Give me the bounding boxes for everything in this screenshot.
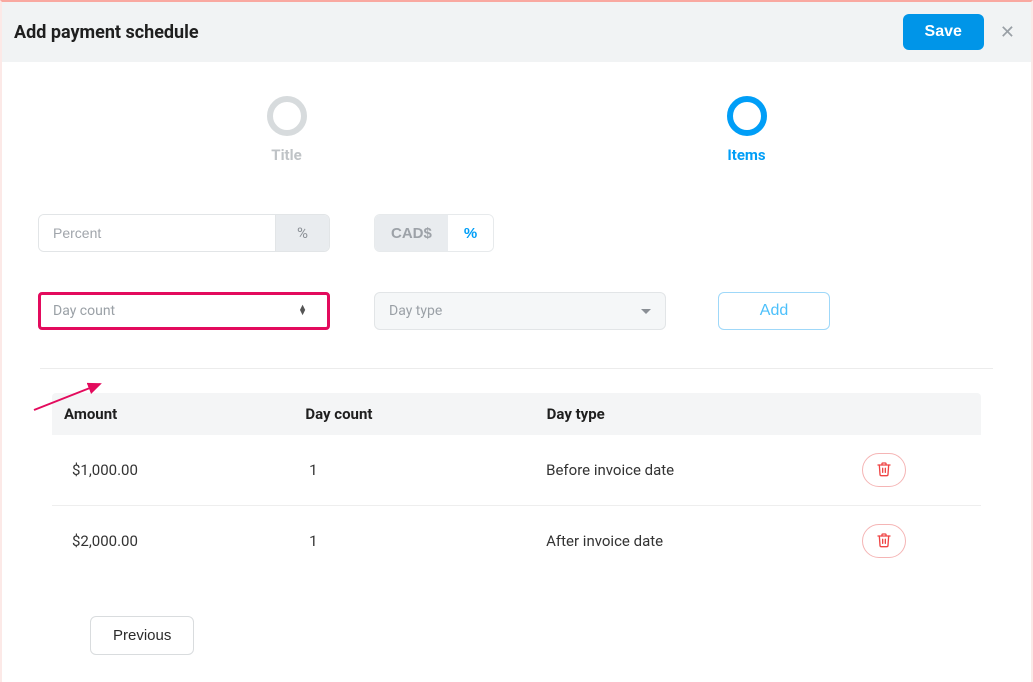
step-title-label: Title [271,146,301,164]
delete-row-button[interactable] [862,524,906,558]
stepper-arrows-icon: ▲▼ [298,306,307,316]
th-actions [868,405,969,423]
trash-icon [876,461,892,480]
table-header: Amount Day count Day type [52,393,981,435]
th-day-count: Day count [305,405,546,423]
table-row: $2,000.00 1 After invoice date [52,506,981,576]
modal-footer: Previous [30,576,1003,655]
step-items-label: Items [727,146,765,164]
step-circle-icon [267,96,307,136]
cell-day-count: 1 [309,532,546,550]
stepper: Title Items [30,96,1003,164]
step-items[interactable]: Items [727,96,767,164]
add-button[interactable]: Add [718,292,830,330]
delete-row-button[interactable] [862,453,906,487]
controls-row-1: % CAD$ % [30,214,1003,252]
th-day-type: Day type [547,405,869,423]
cell-day-count: 1 [309,461,546,479]
cell-amount: $1,000.00 [72,461,309,479]
close-button[interactable]: ✕ [998,21,1017,43]
th-amount: Amount [64,405,305,423]
percent-addon: % [275,215,329,251]
cell-day-type: After invoice date [546,532,862,550]
day-type-select[interactable]: Day type [374,292,666,330]
toggle-currency-button[interactable]: CAD$ [375,215,448,251]
day-count-stepper[interactable]: Day count ▲▼ [38,292,330,330]
amount-type-toggle: CAD$ % [374,214,494,252]
modal-header: Add payment schedule Save ✕ [2,2,1031,62]
day-type-placeholder: Day type [389,303,442,319]
controls-row-2: Day count ▲▼ Day type Add [30,292,1003,330]
percent-input[interactable] [39,215,275,251]
modal-title: Add payment schedule [14,22,199,43]
modal-body: Title Items % CAD$ % Day count ▲▼ [2,62,1031,682]
cell-day-type: Before invoice date [546,461,862,479]
schedule-table: Amount Day count Day type $1,000.00 1 Be… [52,393,981,576]
payment-schedule-modal: Add payment schedule Save ✕ Title Items … [0,0,1033,682]
divider [40,368,993,369]
percent-input-group: % [38,214,330,252]
day-count-placeholder: Day count [53,303,115,319]
cell-amount: $2,000.00 [72,532,309,550]
step-title[interactable]: Title [267,96,307,164]
table-row: $1,000.00 1 Before invoice date [52,435,981,506]
toggle-percent-button[interactable]: % [448,215,493,251]
trash-icon [876,532,892,551]
chevron-down-icon [641,303,651,319]
step-circle-icon [727,96,767,136]
save-button[interactable]: Save [903,14,984,50]
header-actions: Save ✕ [903,14,1017,50]
close-icon: ✕ [1000,22,1015,42]
previous-button[interactable]: Previous [90,616,194,655]
